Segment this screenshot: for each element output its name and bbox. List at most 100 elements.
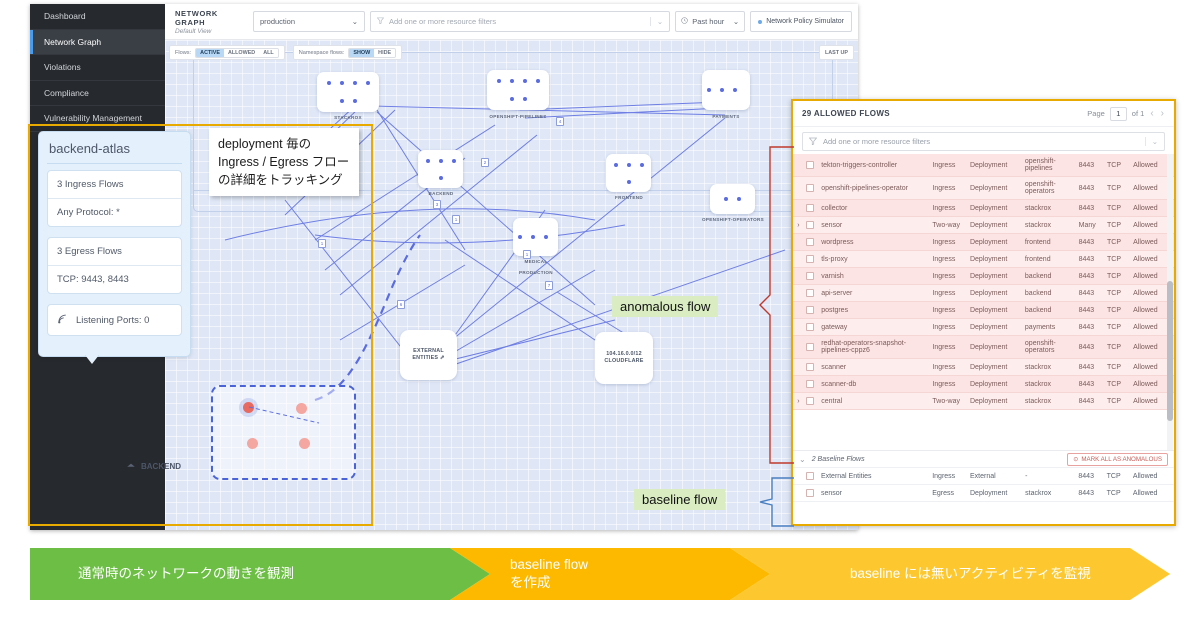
chevron-right-icon[interactable]: › [1160, 108, 1165, 119]
row-checkbox[interactable] [803, 176, 820, 200]
checkbox-icon[interactable] [805, 380, 814, 388]
chevron-down-icon[interactable]: ⌄ [799, 455, 806, 464]
flows-segmented-control[interactable]: ACTIVE ALLOWED ALL [195, 47, 279, 58]
flows-scrollbar-thumb[interactable] [1167, 281, 1173, 421]
flows-filter-input[interactable]: Add one or more resource filters ⌄ [802, 132, 1165, 151]
node-cloudflare[interactable]: 104.16.0.0/12 CLOUDFLARE [595, 332, 653, 384]
flows-table-scroll[interactable]: tekton-triggers-controller Ingress Deploym… [793, 154, 1174, 450]
edge-badge[interactable]: 1 [523, 250, 531, 259]
network-graph-canvas[interactable]: Flows: ACTIVE ALLOWED ALL Namespace flow… [165, 40, 858, 530]
flows-filter[interactable]: Flows: ACTIVE ALLOWED ALL [169, 45, 285, 60]
checkbox-icon[interactable] [805, 363, 814, 371]
sidebar-item-compliance[interactable]: Compliance [30, 81, 165, 106]
node-frontend[interactable] [606, 154, 651, 192]
checkbox-icon[interactable] [805, 221, 814, 229]
edge-badge[interactable]: 6 [397, 300, 405, 309]
table-row[interactable]: scanner-db Ingress Deployment stackrox 8443 T… [793, 375, 1174, 393]
resource-filter-input[interactable]: Add one or more resource filters ⌄ [370, 11, 671, 32]
table-row[interactable]: openshift-pipelines-operator Ingress Deplo… [793, 176, 1174, 200]
table-row[interactable]: gateway Ingress Deployment payments 8443 TCP A… [793, 318, 1174, 336]
flows-option-allowed[interactable]: ALLOWED [223, 48, 260, 57]
sidebar-item-vulnerability-management[interactable]: Vulnerability Management [30, 106, 165, 132]
row-checkbox[interactable] [803, 468, 819, 485]
mark-all-as-anomalous-button[interactable]: ⊙ MARK ALL AS ANOMALOUS [1067, 452, 1168, 466]
row-checkbox[interactable] [803, 335, 820, 359]
chevron-left-icon[interactable]: ‹ [1149, 108, 1154, 119]
ports-row[interactable]: TCP: 9443, 8443 [48, 265, 181, 293]
row-checkbox[interactable] [803, 216, 820, 234]
baseline-table-row[interactable]: External Entities Ingress External -8443 TCP… [793, 468, 1174, 485]
namespace-option-show[interactable]: SHOW [349, 48, 375, 57]
flows-option-active[interactable]: ACTIVE [196, 48, 224, 57]
edge-badge[interactable]: 3 [433, 200, 441, 209]
row-checkbox[interactable] [803, 250, 820, 268]
page-input[interactable]: 1 [1109, 106, 1127, 121]
checkbox-icon[interactable] [805, 238, 814, 246]
table-row[interactable]: api-server Ingress Deployment backend 8443 TC… [793, 284, 1174, 302]
node-medical[interactable] [513, 218, 558, 256]
table-row[interactable]: tekton-triggers-controller Ingress Deploym… [793, 154, 1174, 177]
baseline-flows-header[interactable]: ⌄ 2 Baseline Flows ⊙ MARK ALL AS ANOMALO… [793, 451, 1174, 468]
checkbox-icon[interactable] [805, 204, 814, 212]
network-policy-simulator-button[interactable]: Network Policy Simulator [750, 11, 852, 32]
row-checkbox[interactable] [803, 267, 820, 285]
table-row[interactable]: redhat-operators-snapshot-pipelines-cppz… [793, 335, 1174, 359]
checkbox-icon[interactable] [805, 272, 814, 280]
row-checkbox[interactable] [803, 392, 820, 410]
table-row[interactable]: tls-proxy Ingress Deployment frontend 8443 TC… [793, 250, 1174, 268]
row-checkbox[interactable] [803, 375, 820, 393]
table-row[interactable]: wordpress Ingress Deployment frontend 8443 TC… [793, 233, 1174, 251]
table-row[interactable]: › sensor Two-way Deployment stackrox Many TCP A… [793, 216, 1174, 234]
edge-badge[interactable]: 7 [545, 281, 553, 290]
node-openshift-pipelines[interactable] [487, 70, 549, 110]
checkbox-icon[interactable] [805, 306, 814, 314]
node-external-entities[interactable]: EXTERNAL ENTITIES ⇗ [400, 330, 457, 380]
listening-ports-row[interactable]: Listening Ports: 0 [48, 305, 181, 335]
checkbox-icon[interactable] [805, 489, 814, 497]
egress-flows-row[interactable]: 3 Egress Flows [48, 238, 181, 265]
checkbox-icon[interactable] [805, 323, 814, 331]
node-backend[interactable] [418, 150, 463, 188]
ingress-flows-row[interactable]: 3 Ingress Flows [48, 171, 181, 198]
row-checkbox[interactable] [803, 154, 820, 177]
namespace-segmented-control[interactable]: SHOW HIDE [348, 47, 397, 58]
row-checkbox[interactable] [803, 358, 820, 376]
row-checkbox[interactable] [803, 284, 820, 302]
checkbox-icon[interactable] [805, 343, 814, 351]
node-payments[interactable] [702, 70, 750, 110]
checkbox-icon[interactable] [805, 472, 814, 480]
table-row[interactable]: postgres Ingress Deployment backend 8443 TCP A… [793, 301, 1174, 319]
table-row[interactable]: scanner Ingress Deployment stackrox 8443 TCP A… [793, 358, 1174, 376]
table-row[interactable]: varnish Ingress Deployment backend 8443 TCP Al… [793, 267, 1174, 285]
edge-badge[interactable]: 2 [481, 158, 489, 167]
edge-badge[interactable]: 1 [452, 215, 460, 224]
namespace-flows-filter[interactable]: Namespace flows: SHOW HIDE [292, 45, 403, 60]
time-range-select[interactable]: Past hour ⌄ [675, 11, 746, 32]
row-checkbox[interactable] [803, 318, 820, 336]
node-openshift-operators[interactable] [710, 184, 755, 214]
table-row[interactable]: collector Ingress Deployment stackrox 8443 TC… [793, 199, 1174, 217]
checkbox-icon[interactable] [805, 289, 814, 297]
cluster-select[interactable]: production ⌄ [253, 11, 365, 32]
row-checkbox[interactable] [803, 199, 820, 217]
sidebar-item-violations[interactable]: Violations [30, 55, 165, 81]
edge-badge[interactable]: 4 [556, 117, 564, 126]
checkbox-icon[interactable] [805, 255, 814, 263]
flows-option-all[interactable]: ALL [259, 48, 278, 57]
row-checkbox[interactable] [803, 233, 820, 251]
edge-badge[interactable]: 1 [318, 239, 326, 248]
checkbox-icon[interactable] [805, 397, 814, 405]
sidebar-item-dashboard[interactable]: Dashboard [30, 4, 165, 30]
protocol-row[interactable]: Any Protocol: * [48, 198, 181, 226]
checkbox-icon[interactable] [805, 184, 814, 192]
checkbox-icon[interactable] [805, 161, 814, 169]
sidebar-item-network-graph[interactable]: Network Graph [30, 29, 165, 55]
row-checkbox[interactable] [803, 301, 820, 319]
node-stackrox[interactable] [317, 72, 379, 112]
chevron-down-icon[interactable]: ⌄ [649, 17, 663, 26]
namespace-option-hide[interactable]: HIDE [374, 48, 396, 57]
row-checkbox[interactable] [803, 484, 819, 502]
table-row[interactable]: › central Two-way Deployment stackrox 8443 TCP… [793, 392, 1174, 410]
baseline-table-row[interactable]: sensor Egress Deployment stackrox 8443 TCP All… [793, 484, 1174, 502]
chevron-down-icon[interactable]: ⌄ [1144, 137, 1158, 146]
